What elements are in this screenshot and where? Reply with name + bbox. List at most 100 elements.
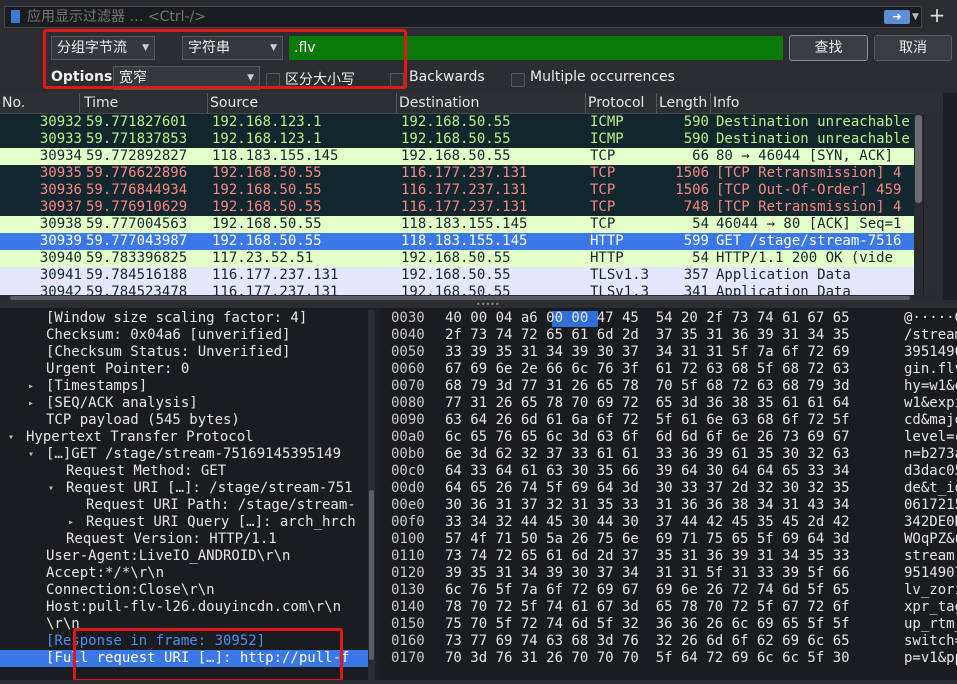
bytes-hex[interactable]: 70 3d 76 31 26 70 70 70 5f 64 72 69 6c 6… <box>445 650 850 667</box>
packet-row[interactable]: 30939 59.777043987 192.168.50.55 118.183.15… <box>0 233 914 250</box>
details-tree-item[interactable]: Request URI Path: /stage/stream- <box>0 497 368 514</box>
bytes-ascii[interactable]: xpr_tag= expr_gro <box>904 599 957 616</box>
packet-row[interactable]: 30938 59.777004563 192.168.50.55 118.183.15… <box>0 216 914 233</box>
collapse-arrow-icon[interactable]: ▸ <box>28 395 40 412</box>
bytes-ascii[interactable]: 06172153 166841C4 <box>904 497 957 514</box>
expand-arrow-icon[interactable]: ▾ <box>48 480 60 497</box>
details-tree-item[interactable]: ▾ Hypertext Transfer Protocol <box>0 429 368 446</box>
packet-cell-no: 30938 <box>39 216 82 232</box>
search-string-input-area[interactable] <box>409 36 783 60</box>
packet-list-minimap[interactable] <box>924 113 943 297</box>
bytes-ascii[interactable]: lv_zorig in&rtm_e <box>904 582 957 599</box>
bytes-ascii[interactable]: n=b273aa 369a502c <box>904 446 957 463</box>
add-filter-button[interactable]: + <box>928 5 946 25</box>
bytes-hex[interactable]: 75 70 5f 72 74 6d 5f 32 36 36 26 6c 69 6… <box>445 616 850 633</box>
bytes-hex[interactable]: 57 4f 71 50 5a 26 75 6e 69 71 75 65 5f 6… <box>445 531 850 548</box>
bytes-ascii[interactable]: up_rtm_2 66&lie__ <box>904 616 957 633</box>
packet-row[interactable]: 30940 59.783396825 117.23.52.51 192.168.50.… <box>0 250 914 267</box>
packet-row[interactable]: 30941 59.784516188 116.177.237.131 192.168.… <box>0 267 914 284</box>
bytes-hex[interactable]: 64 65 26 74 5f 69 64 3d 30 33 37 2d 32 3… <box>445 480 850 497</box>
packet-cell-time: 59.777043987 <box>86 233 188 249</box>
packet-row[interactable]: 30934 59.772892827 118.183.155.145 192.168.… <box>0 148 914 165</box>
details-tree-item[interactable]: ▾ Request URI […]: /stage/stream-751 <box>0 480 368 497</box>
details-tree-item[interactable]: ▸ Request URI Query […]: arch_hrch <box>0 514 368 531</box>
bytes-hex[interactable]: 40 00 04 a6 00 00 47 45 54 20 2f 73 74 6… <box>445 310 850 327</box>
bytes-ascii[interactable]: 39514907 411_zori <box>904 344 957 361</box>
details-tree-item[interactable]: Accept:*/*\r\n <box>0 565 368 582</box>
bytes-hex[interactable]: 78 70 72 5f 74 61 67 3d 65 78 70 72 5f 6… <box>445 599 850 616</box>
bytes-hex[interactable]: 6c 76 5f 7a 6f 72 69 67 69 6e 26 72 74 6… <box>445 582 850 599</box>
bytes-hex[interactable]: 73 74 72 65 61 6d 2d 37 35 31 36 39 31 3… <box>445 548 850 565</box>
bytes-ascii[interactable]: gin.flv? arch_hrc <box>904 361 957 378</box>
packet-row[interactable]: 30935 59.776622896 192.168.50.55 116.177.23… <box>0 165 914 182</box>
filter-history-dropdown-icon[interactable]: ▼ <box>912 10 922 24</box>
display-filter-input[interactable] <box>27 9 847 25</box>
collapse-arrow-icon[interactable]: ▸ <box>68 514 80 531</box>
expand-arrow-icon[interactable]: ▾ <box>8 429 20 446</box>
details-tree-item[interactable]: ▸ [SEQ/ACK analysis] <box>0 395 368 412</box>
packet-row[interactable]: 30933 59.771837853 192.168.123.1 192.168.50… <box>0 131 914 148</box>
apply-filter-arrow-icon[interactable]: ➜ <box>884 10 910 24</box>
bytes-hex[interactable]: 67 69 6e 2e 66 6c 76 3f 61 72 63 68 5f 6… <box>445 361 850 378</box>
bytes-ascii[interactable]: w1&expir e=685aad <box>904 395 957 412</box>
multiple-occurrences-checkbox[interactable] <box>511 73 525 87</box>
collapse-arrow-icon[interactable]: ▸ <box>28 378 40 395</box>
display-filter-box[interactable]: ➜ ▼ <box>4 6 922 28</box>
bytes-ascii[interactable]: d3dac05f 9d0dde34 <box>904 463 957 480</box>
column-header-info[interactable]: Info <box>711 93 943 113</box>
cancel-button[interactable]: 取消 <box>874 35 952 61</box>
bytes-ascii[interactable]: WOqPZ&un ique_id= <box>904 531 957 548</box>
find-button[interactable]: 查找 <box>789 35 868 61</box>
bookmark-icon[interactable] <box>11 10 20 23</box>
details-tree-item[interactable]: Urgent Pointer: 0 <box>0 361 368 378</box>
bytes-hex[interactable]: 6c 65 76 65 6c 3d 63 6f 6d 6d 6f 6e 26 7… <box>445 429 850 446</box>
column-header-length[interactable]: Length <box>657 93 711 113</box>
details-tree-item[interactable]: TCP payload (545 bytes) <box>0 412 368 429</box>
details-tree-item[interactable]: [Window size scaling factor: 4] <box>0 310 368 327</box>
details-tree-item[interactable]: ▸ [Timestamps] <box>0 378 368 395</box>
bytes-hex[interactable]: 77 31 26 65 78 70 69 72 65 3d 36 38 35 6… <box>445 395 850 412</box>
bytes-hex[interactable]: 33 34 32 44 45 30 44 30 37 44 42 45 35 4… <box>445 514 850 531</box>
packet-row[interactable]: 30937 59.776910629 192.168.50.55 116.177.23… <box>0 199 914 216</box>
bytes-hex[interactable]: 6e 3d 62 32 37 33 61 61 33 36 39 61 35 3… <box>445 446 850 463</box>
bytes-ascii[interactable]: level=co mmon&sig <box>904 429 957 446</box>
bytes-hex[interactable]: 64 33 64 61 63 30 35 66 39 64 30 64 64 6… <box>445 463 850 480</box>
column-header-protocol[interactable]: Protocol <box>586 93 657 113</box>
bytes-ascii[interactable]: p=v1&ppp _drill_0 <box>904 650 957 667</box>
bytes-ascii[interactable]: cd&major _anchor_ <box>904 412 957 429</box>
bytes-ascii[interactable]: stream-7 51691453 <box>904 548 957 565</box>
details-scroll-thumb[interactable] <box>369 490 374 660</box>
details-tree-item[interactable]: Checksum: 0x04a6 [unverified] <box>0 327 368 344</box>
packet-list-scroll-thumb[interactable] <box>915 115 922 203</box>
bytes-ascii[interactable]: @·····GE T /stage <box>904 310 957 327</box>
bytes-hex[interactable]: 30 36 31 37 32 31 35 33 31 36 36 38 34 3… <box>445 497 850 514</box>
column-header-time[interactable]: Time <box>82 93 208 113</box>
bytes-hex[interactable]: 68 79 3d 77 31 26 65 78 70 5f 68 72 63 6… <box>445 378 850 395</box>
column-header-no[interactable]: No. <box>0 93 80 113</box>
bytes-hex[interactable]: 33 39 35 31 34 39 30 37 34 31 31 5f 7a 6… <box>445 344 850 361</box>
bytes-ascii[interactable]: hy=w1&ex p_hrchy= <box>904 378 957 395</box>
bytes-ascii[interactable]: /stream- 75169145 <box>904 327 957 344</box>
bytes-hex[interactable]: 39 35 31 34 39 30 37 34 31 31 5f 31 33 3… <box>445 565 850 582</box>
bytes-ascii[interactable]: 342DE0D0 7DBE5E-B <box>904 514 957 531</box>
bytes-hex[interactable]: 63 64 26 6d 61 6a 6f 72 5f 61 6e 63 68 6… <box>445 412 850 429</box>
bytes-ascii[interactable]: de&t_id= 037-2025 <box>904 480 957 497</box>
details-tree-item[interactable]: [Checksum Status: Unverified] <box>0 344 368 361</box>
packet-row[interactable]: 30936 59.776844934 192.168.50.55 116.177.23… <box>0 182 914 199</box>
details-tree-item[interactable]: Host:pull-flv-l26.douyincdn.com\r\n <box>0 599 368 616</box>
bytes-ascii[interactable]: switch=v 2&mobile <box>904 633 957 650</box>
packet-cell-no: 30941 <box>39 267 82 283</box>
details-tree-item[interactable]: ▾ […]GET /stage/stream-75169145395149 <box>0 446 368 463</box>
details-tree-item[interactable]: User-Agent:LiveIO_ANDROID\r\n <box>0 548 368 565</box>
bytes-ascii[interactable]: 95149074 11_139_f <box>904 565 957 582</box>
bytes-hex[interactable]: 2f 73 74 72 65 61 6d 2d 37 35 31 36 39 3… <box>445 327 850 344</box>
column-header-destination[interactable]: Destination <box>397 93 586 113</box>
details-tree-item[interactable]: Request Method: GET <box>0 463 368 480</box>
packet-row[interactable]: 30932 59.771827601 192.168.123.1 192.168.50… <box>0 114 914 131</box>
expand-arrow-icon[interactable]: ▾ <box>28 446 40 463</box>
details-tree-item[interactable]: Request Version: HTTP/1.1 <box>0 531 368 548</box>
packet-cell-proto: TCP <box>590 148 616 164</box>
details-tree-item[interactable]: Connection:Close\r\n <box>0 582 368 599</box>
column-header-source[interactable]: Source <box>208 93 397 113</box>
bytes-hex[interactable]: 73 77 69 74 63 68 3d 76 32 26 6d 6f 62 6… <box>445 633 850 650</box>
